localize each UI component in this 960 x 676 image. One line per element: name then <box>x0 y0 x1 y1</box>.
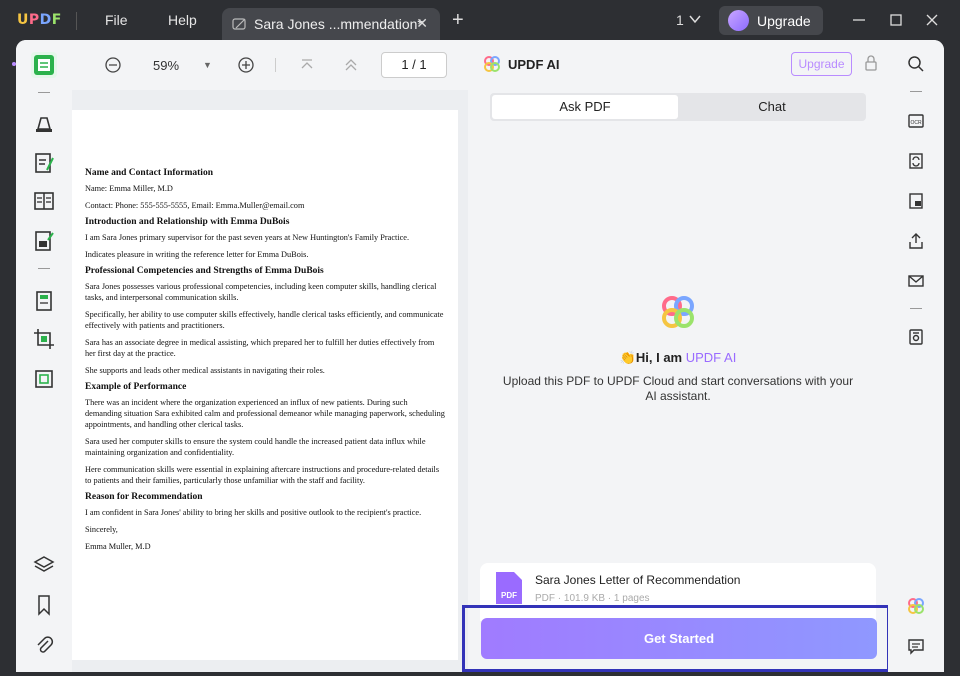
ai-name: UPDF AI <box>685 350 737 365</box>
pdf-file-icon: PDF <box>496 572 522 604</box>
updf-logo: UPDF <box>17 12 62 28</box>
layers-icon[interactable] <box>31 552 57 578</box>
attachment-icon[interactable] <box>31 632 57 658</box>
paragraph: She supports and leads other medical ass… <box>85 366 325 375</box>
get-started-highlight: Get Started <box>462 605 890 672</box>
get-started-button[interactable]: Get Started <box>481 618 877 659</box>
paragraph: I am Sara Jones primary supervisor for t… <box>85 233 410 242</box>
ai-upgrade-button[interactable]: Upgrade <box>791 52 852 76</box>
ai-greeting: 👏Hi, I am UPDF AI <box>619 350 737 365</box>
pdf-page: Name and Contact Information Name: Emma M… <box>72 110 458 660</box>
document-area: 59% ▼ 1 / 1 Name and Contact Information… <box>72 40 468 672</box>
minimize-icon[interactable] <box>851 12 867 28</box>
tab-ask-pdf[interactable]: Ask PDF <box>492 95 678 119</box>
paragraph: Sara has an associate degree in medical … <box>85 338 435 358</box>
svg-text:PDF: PDF <box>501 591 517 600</box>
chevron-down-icon[interactable] <box>688 12 702 26</box>
edit-doc-icon <box>232 18 246 30</box>
save-icon[interactable] <box>907 328 925 346</box>
page-number-input[interactable]: 1 / 1 <box>381 52 447 78</box>
form-edit-icon[interactable] <box>31 228 57 254</box>
paragraph: Sara Jones possesses various professiona… <box>85 282 437 302</box>
main-window: 59% ▼ 1 / 1 Name and Contact Information… <box>16 40 944 672</box>
divider <box>275 58 276 72</box>
zoom-out-icon[interactable] <box>104 56 122 74</box>
divider <box>38 268 50 269</box>
bookmark-icon[interactable] <box>31 592 57 618</box>
paragraph: Here communication skills were essential… <box>85 465 440 485</box>
first-page-icon[interactable] <box>298 56 316 74</box>
section-heading: Introduction and Relationship with Emma … <box>85 217 290 227</box>
highlighter-icon[interactable] <box>31 110 57 136</box>
ai-mode-tabs: Ask PDF Chat <box>490 93 866 121</box>
title-bar: UPDF File Help Sara Jones ...mmendation*… <box>0 0 960 40</box>
divider <box>910 308 922 309</box>
zoom-dropdown-icon[interactable]: ▼ <box>203 60 212 70</box>
paragraph: Sara used her computer skills to ensure … <box>85 437 426 457</box>
paragraph: Indicates pleasure in writing the refere… <box>85 250 309 259</box>
tab-close-icon[interactable]: ✕ <box>416 15 428 32</box>
protect-icon[interactable] <box>907 192 925 210</box>
share-icon[interactable] <box>907 232 925 250</box>
paragraph: Emma Muller, M.D <box>85 542 151 551</box>
window-count[interactable]: 1 <box>676 12 684 28</box>
file-meta: PDF · 101.9 KB · 1 pages <box>535 593 650 604</box>
section-heading: Name and Contact Information <box>85 168 213 178</box>
left-toolbar <box>16 40 72 672</box>
divider <box>76 12 77 30</box>
section-heading: Professional Competencies and Strengths … <box>85 266 324 276</box>
new-tab-icon[interactable]: + <box>452 10 464 30</box>
ai-description: Upload this PDF to UPDF Cloud and start … <box>502 374 854 403</box>
paragraph: Name: Emma Miller, M.D <box>85 184 173 193</box>
section-heading: Example of Performance <box>85 382 187 392</box>
upgrade-button[interactable]: Upgrade <box>719 6 823 35</box>
menu-file[interactable]: File <box>105 12 128 28</box>
close-window-icon[interactable] <box>924 12 940 28</box>
organize-pages-icon[interactable] <box>31 188 57 214</box>
crop-icon[interactable] <box>31 326 57 352</box>
paragraph: I am confident in Sara Jones' ability to… <box>85 508 422 517</box>
section-heading: Reason for Recommendation <box>85 492 203 502</box>
updf-ai-icon[interactable] <box>907 597 925 615</box>
tab-chat[interactable]: Chat <box>680 95 864 119</box>
maximize-icon[interactable] <box>888 12 904 28</box>
ai-panel: UPDF AI Upgrade Ask PDF Chat 👏Hi, I am U… <box>462 40 890 672</box>
right-toolbar: OCR <box>888 40 944 672</box>
lock-icon[interactable] <box>864 55 878 71</box>
page-tools-icon[interactable] <box>31 288 57 314</box>
reader-icon[interactable] <box>31 52 57 78</box>
paragraph: Contact: Phone: 555-555-5555, Email: Emm… <box>85 201 305 210</box>
paragraph: There was an incident where the organiza… <box>85 398 445 429</box>
paragraph: Specifically, her ability to use compute… <box>85 310 444 330</box>
divider <box>910 91 922 92</box>
document-toolbar: 59% ▼ 1 / 1 <box>72 40 468 90</box>
tab-title: Sara Jones ...mmendation* <box>254 16 423 32</box>
file-name: Sara Jones Letter of Recommendation <box>535 573 741 587</box>
updf-ai-large-logo-icon <box>662 296 694 328</box>
email-icon[interactable] <box>907 272 925 290</box>
compress-icon[interactable] <box>31 366 57 392</box>
paragraph: Sincerely, <box>85 525 118 534</box>
svg-text:OCR: OCR <box>910 120 922 126</box>
ai-panel-title: UPDF AI <box>508 57 560 72</box>
avatar <box>728 10 749 31</box>
comment-icon[interactable] <box>907 637 925 655</box>
document-tab[interactable]: Sara Jones ...mmendation* ✕ <box>222 8 440 40</box>
divider <box>38 92 50 93</box>
search-icon[interactable] <box>907 55 925 73</box>
previous-page-icon[interactable] <box>342 56 360 74</box>
zoom-level[interactable]: 59% <box>153 58 179 73</box>
edit-text-icon[interactable] <box>31 150 57 176</box>
convert-icon[interactable] <box>907 152 925 170</box>
ocr-icon[interactable]: OCR <box>907 112 925 130</box>
menu-help[interactable]: Help <box>168 12 197 28</box>
updf-ai-logo-icon <box>484 56 500 72</box>
zoom-in-icon[interactable] <box>237 56 255 74</box>
